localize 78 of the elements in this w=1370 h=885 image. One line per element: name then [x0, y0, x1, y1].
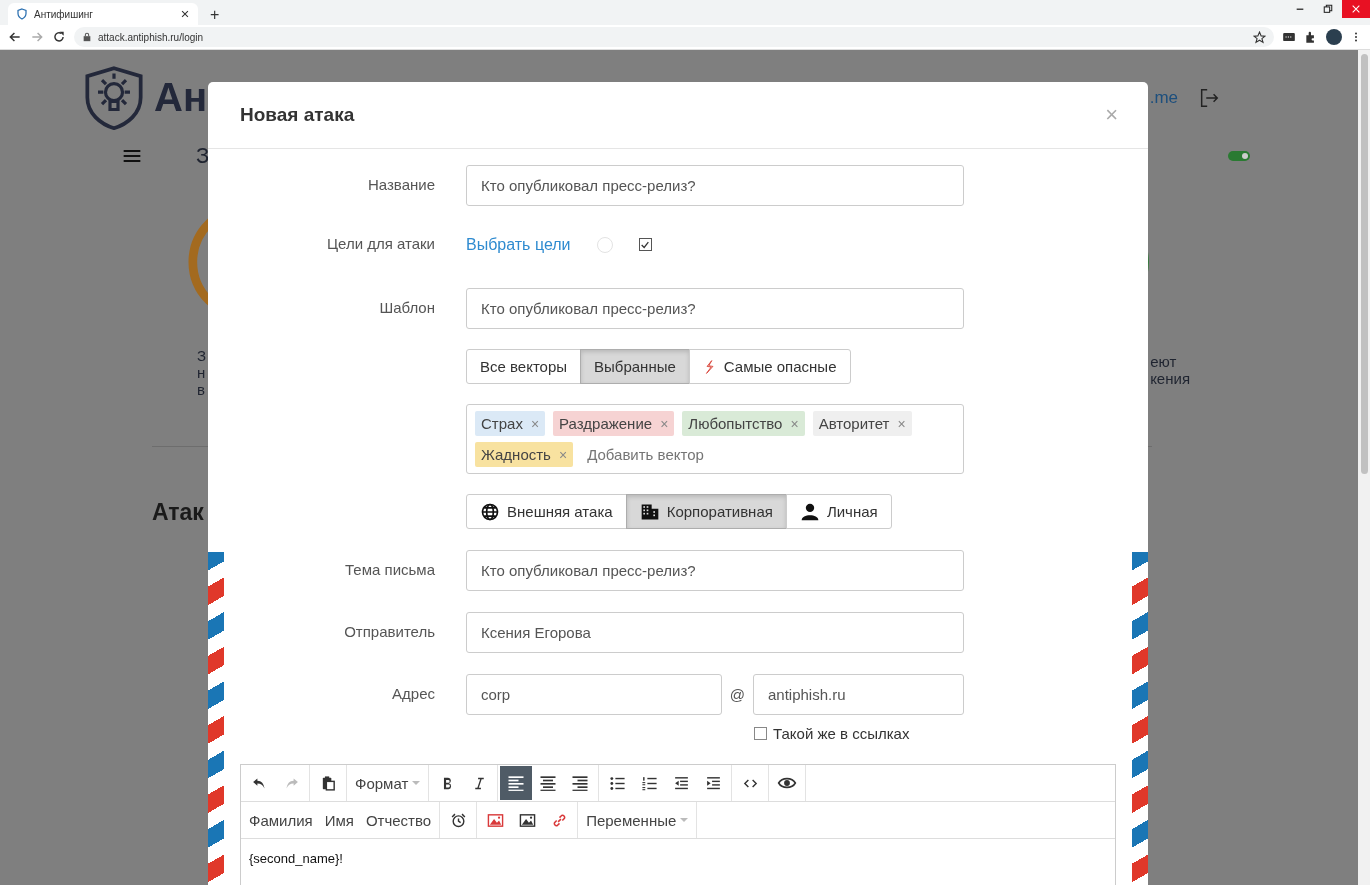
segment-button[interactable]: Внешняя атака	[466, 494, 627, 529]
align-right-icon	[570, 773, 591, 793]
outdent-icon	[672, 774, 690, 792]
reload-button[interactable]	[52, 30, 66, 44]
segment-button[interactable]: Все векторы	[466, 349, 582, 384]
variable-button[interactable]: Отчество	[359, 803, 438, 837]
person-icon	[799, 501, 820, 522]
caption-text: в	[197, 381, 205, 398]
lock-icon	[82, 32, 92, 42]
new-tab-button[interactable]: +	[206, 5, 224, 25]
extension-icon	[1282, 30, 1296, 44]
align-left-icon	[506, 773, 527, 793]
segment-button[interactable]: Личная	[785, 494, 892, 529]
field-label: Адрес	[391, 684, 435, 702]
field-label: Отправитель	[343, 622, 435, 640]
dropdown-button[interactable]: Переменные	[580, 803, 695, 837]
field-label: Шаблон	[378, 298, 435, 316]
segment-button[interactable]: Самые опасные	[688, 349, 851, 384]
at-sign: @	[729, 686, 745, 703]
indent-icon	[704, 774, 722, 792]
tag-label: Жадность	[481, 446, 551, 463]
star-icon	[1253, 30, 1266, 44]
align-left-button[interactable]	[500, 766, 533, 800]
check-icon	[640, 239, 650, 250]
rich-text-editor[interactable]: Формат Фамилия Имя Отчество Переменные {second_name}!	[240, 764, 1116, 885]
field-label: Название	[366, 175, 435, 193]
bullet-list-icon	[608, 774, 626, 792]
back-arrow-icon	[8, 30, 22, 44]
tag-label: Страх	[481, 415, 523, 432]
align-center-icon	[538, 773, 559, 793]
caption-text: кения	[1150, 370, 1190, 387]
nav-title: З	[196, 143, 210, 169]
caption-text: З	[197, 347, 207, 364]
close-window-button[interactable]	[1342, 0, 1370, 18]
globe-icon	[480, 501, 500, 522]
field-label: Тема письма	[344, 560, 435, 578]
close-icon	[1351, 4, 1361, 14]
address-bar[interactable]: attack.antiphish.ru/login	[74, 27, 1274, 47]
text-field[interactable]: antiphish.ru	[753, 674, 964, 715]
avatar[interactable]	[1326, 29, 1342, 45]
caption-text: н	[197, 364, 206, 381]
restore-icon	[1323, 4, 1333, 14]
select-targets-link[interactable]: Выбрать цели	[466, 235, 571, 254]
checkbox[interactable]	[754, 727, 767, 740]
tag-label: Любопытство	[688, 415, 783, 432]
checkbox-label: Такой же в ссылках	[773, 725, 910, 742]
text-field[interactable]: corp	[466, 674, 722, 715]
modal-title: Новая атака	[240, 104, 356, 126]
reload-icon	[52, 30, 66, 44]
variable-button[interactable]: Фамилия	[243, 803, 319, 837]
text-field[interactable]: Кто опубликовал пресс-релиз?	[466, 550, 964, 591]
image-icon	[486, 811, 504, 829]
forward-arrow-icon	[30, 30, 44, 44]
editor-text: {second_name}!	[248, 850, 344, 868]
back-button[interactable]	[8, 30, 22, 44]
field-label: Цели для атаки	[325, 234, 435, 252]
close-icon	[180, 9, 190, 19]
text-field[interactable]: Кто опубликовал пресс-релиз?	[466, 165, 964, 206]
numbered-list-icon	[640, 774, 658, 792]
scrollbar[interactable]	[1358, 50, 1370, 885]
caption-text: еют	[1150, 353, 1177, 370]
image-icon	[518, 811, 536, 829]
text-field[interactable]: Кто опубликовал пресс-релиз?	[466, 288, 964, 329]
segment-button[interactable]: Корпоративная	[625, 494, 787, 529]
text-field[interactable]: Ксения Егорова	[466, 612, 964, 653]
segment-button[interactable]: Выбранные	[580, 349, 690, 384]
dropdown-button[interactable]: Формат	[349, 766, 427, 800]
alarm-clock-icon	[449, 811, 467, 829]
variable-button[interactable]: Имя	[318, 803, 360, 837]
browser-tab[interactable]: Антифишинг	[8, 3, 198, 25]
tag-label: Авторитет	[818, 415, 890, 432]
logo-text: Ан	[154, 75, 208, 120]
tag-input-field[interactable]: Страх × Раздражение × Любопытство × Авторитет × Жадность × Добавить вектор	[466, 404, 964, 474]
section-title: Атак	[152, 499, 204, 526]
shield-icon	[16, 8, 28, 20]
toggle-switch[interactable]	[1228, 151, 1250, 161]
checkbox[interactable]	[638, 238, 652, 251]
tag-label: Раздражение	[559, 415, 653, 432]
